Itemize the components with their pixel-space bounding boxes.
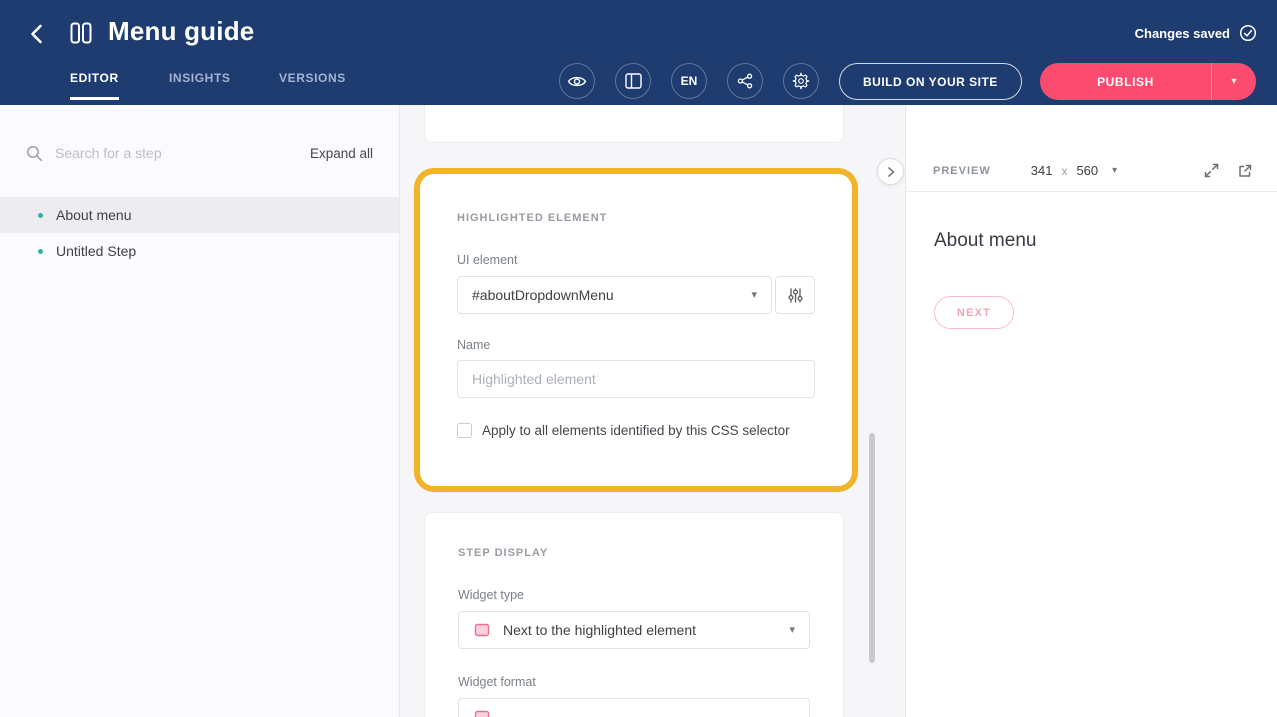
preview-size-separator: x bbox=[1061, 164, 1067, 178]
step-list: About menu Untitled Step bbox=[0, 197, 399, 269]
step-item-about-menu[interactable]: About menu bbox=[0, 197, 399, 233]
publish-dropdown-button[interactable] bbox=[1212, 63, 1256, 100]
back-chevron-icon bbox=[26, 22, 50, 46]
highlighted-element-card: HIGHLIGHTED ELEMENT UI element #aboutDro… bbox=[414, 168, 858, 492]
preview-panel: PREVIEW 341 x 560 About menu NEXT bbox=[905, 105, 1277, 717]
step-item-untitled-step[interactable]: Untitled Step bbox=[0, 233, 399, 269]
selector-settings-button[interactable] bbox=[775, 276, 815, 314]
section-heading: HIGHLIGHTED ELEMENT bbox=[457, 212, 815, 224]
editor-canvas: HIGHLIGHTED ELEMENT UI element #aboutDro… bbox=[400, 105, 905, 717]
fullscreen-button[interactable] bbox=[1203, 162, 1220, 179]
eye-icon bbox=[567, 74, 587, 89]
tab-versions[interactable]: VERSIONS bbox=[279, 71, 346, 97]
tab-insights[interactable]: INSIGHTS bbox=[169, 71, 230, 97]
widget-format-icon bbox=[473, 708, 491, 717]
guide-type-icon bbox=[66, 18, 96, 48]
publish-button[interactable]: PUBLISH bbox=[1040, 63, 1211, 100]
preview-panel-actions bbox=[1203, 162, 1253, 179]
build-on-your-site-label: BUILD ON YOUR SITE bbox=[863, 75, 998, 89]
preview-size-selector[interactable]: 341 x 560 bbox=[1031, 163, 1117, 178]
build-on-your-site-button[interactable]: BUILD ON YOUR SITE bbox=[839, 63, 1022, 100]
preview-next-label: NEXT bbox=[957, 307, 991, 319]
highlighted-element-name-input[interactable] bbox=[457, 360, 815, 398]
app-root: Menu guide Changes saved EDITOR INSIGHTS… bbox=[0, 0, 1277, 717]
search-icon bbox=[26, 145, 43, 162]
widget-type-icon bbox=[473, 621, 491, 639]
step-display-card: STEP DISPLAY Widget type Next to the hig… bbox=[424, 512, 844, 717]
ui-element-select[interactable]: #aboutDropdownMenu bbox=[457, 276, 772, 314]
settings-button[interactable] bbox=[783, 63, 819, 99]
chevron-down-icon bbox=[1231, 77, 1236, 87]
ui-element-label: UI element bbox=[457, 253, 815, 267]
expand-all-link[interactable]: Expand all bbox=[310, 146, 373, 161]
preview-height-value: 560 bbox=[1076, 163, 1098, 178]
chevron-down-icon bbox=[789, 625, 795, 636]
step-item-label: Untitled Step bbox=[56, 243, 136, 259]
expand-icon bbox=[1203, 162, 1220, 179]
preview-next-button[interactable]: NEXT bbox=[934, 296, 1014, 329]
widget-format-select[interactable] bbox=[458, 698, 810, 717]
widget-type-label: Widget type bbox=[458, 588, 810, 602]
preview-body: About menu NEXT bbox=[906, 230, 1277, 329]
name-label: Name bbox=[457, 338, 815, 352]
language-button[interactable]: EN bbox=[671, 63, 707, 99]
previous-settings-card bbox=[424, 105, 844, 143]
ui-element-row: #aboutDropdownMenu bbox=[457, 276, 815, 314]
preview-heading: PREVIEW bbox=[933, 165, 991, 177]
apply-all-checkbox[interactable] bbox=[457, 423, 472, 438]
tune-sliders-icon bbox=[787, 287, 804, 304]
step-item-label: About menu bbox=[56, 207, 132, 223]
gear-icon bbox=[792, 72, 810, 90]
share-icon bbox=[737, 73, 753, 89]
collapse-preview-button[interactable] bbox=[877, 158, 904, 185]
top-navigation-bar: Menu guide Changes saved EDITOR INSIGHTS… bbox=[0, 0, 1277, 105]
section-heading: STEP DISPLAY bbox=[458, 547, 810, 559]
changes-saved-status: Changes saved bbox=[1135, 24, 1257, 42]
open-in-new-icon bbox=[1237, 163, 1253, 179]
widget-type-value: Next to the highlighted element bbox=[503, 622, 696, 638]
share-button[interactable] bbox=[727, 63, 763, 99]
widget-format-label: Widget format bbox=[458, 675, 810, 689]
back-button[interactable] bbox=[24, 20, 52, 48]
step-status-dot bbox=[38, 213, 43, 218]
search-step-input[interactable] bbox=[55, 145, 298, 161]
widget-type-select[interactable]: Next to the highlighted element bbox=[458, 611, 810, 649]
ui-element-value: #aboutDropdownMenu bbox=[472, 287, 614, 303]
layout-button[interactable] bbox=[615, 63, 651, 99]
changes-saved-label: Changes saved bbox=[1135, 26, 1230, 41]
publish-split-button: PUBLISH bbox=[1040, 63, 1256, 100]
publish-label: PUBLISH bbox=[1097, 75, 1154, 89]
page-title: Menu guide bbox=[108, 16, 254, 47]
chevron-down-icon bbox=[1112, 166, 1117, 176]
layout-panel-icon bbox=[625, 73, 642, 89]
step-status-dot bbox=[38, 249, 43, 254]
preview-panel-header: PREVIEW 341 x 560 bbox=[906, 150, 1277, 192]
chevron-right-icon bbox=[884, 165, 898, 179]
steps-sidebar: Expand all About menu Untitled Step bbox=[0, 105, 400, 717]
step-search-row: Expand all bbox=[26, 135, 373, 171]
apply-all-row: Apply to all elements identified by this… bbox=[457, 423, 815, 438]
editor-scrollbar-thumb[interactable] bbox=[869, 433, 875, 663]
preview-step-title: About menu bbox=[934, 230, 1249, 252]
language-label: EN bbox=[681, 74, 698, 88]
open-in-new-tab-button[interactable] bbox=[1237, 163, 1253, 179]
apply-all-label: Apply to all elements identified by this… bbox=[482, 423, 790, 438]
chevron-down-icon bbox=[751, 290, 757, 301]
tab-editor[interactable]: EDITOR bbox=[70, 71, 119, 100]
preview-eye-button[interactable] bbox=[559, 63, 595, 99]
check-circle-icon bbox=[1239, 24, 1257, 42]
preview-width-value: 341 bbox=[1031, 163, 1053, 178]
